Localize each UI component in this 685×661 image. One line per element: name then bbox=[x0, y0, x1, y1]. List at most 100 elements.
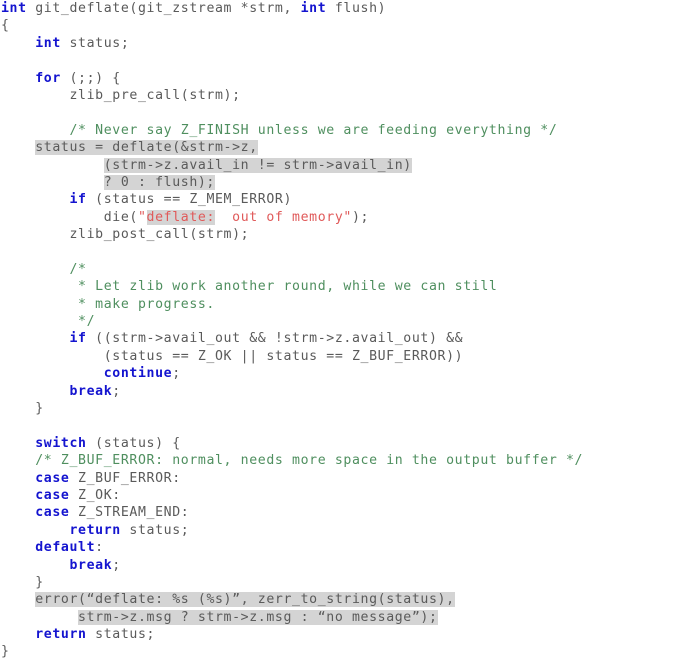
code-token-keyword: if bbox=[69, 192, 87, 208]
code-token-keyword: continue bbox=[103, 366, 173, 382]
code-token-keyword: case bbox=[35, 487, 70, 503]
code-token-string: " bbox=[137, 209, 147, 225]
code-line: */ bbox=[0, 313, 685, 330]
code-line: } bbox=[0, 643, 685, 660]
code-token-comment: */ bbox=[69, 314, 96, 330]
code-token-keyword: switch bbox=[35, 435, 87, 451]
code-token-comment: /* bbox=[69, 261, 87, 277]
code-token-keyword: break bbox=[69, 557, 113, 573]
code-token-keyword: int bbox=[1, 1, 27, 16]
code-token-plain: status = deflate(&strm->z, bbox=[35, 140, 258, 156]
code-token-plain: ; bbox=[112, 383, 121, 399]
code-token-plain: ; bbox=[112, 557, 121, 573]
code-token-comment: /* Z_BUF_ERROR: normal, needs more space… bbox=[35, 453, 584, 469]
code-token-plain: git_deflate(git_zstream *strm, bbox=[26, 1, 301, 16]
code-line: for (;;) { bbox=[0, 70, 685, 87]
code-line: /* bbox=[0, 261, 685, 278]
code-token-plain: ); bbox=[351, 209, 370, 225]
code-token-comment: /* Never say Z_FINISH unless we are feed… bbox=[69, 122, 558, 138]
code-token-keyword: for bbox=[35, 70, 61, 86]
code-token-plain: strm->z.msg ? strm->z.msg : “no message”… bbox=[78, 609, 438, 625]
code-line: error(“deflate: %s (%s)”, zerr_to_string… bbox=[0, 591, 685, 608]
code-token-comment: * make progress. bbox=[69, 296, 215, 312]
code-line: (status == Z_OK || status == Z_BUF_ERROR… bbox=[0, 348, 685, 365]
code-token-string: out of memory" bbox=[215, 209, 352, 225]
code-line: { bbox=[0, 17, 685, 34]
code-token-plain: error(“deflate: %s (%s)”, zerr_to_string… bbox=[35, 592, 455, 608]
code-line: * make progress. bbox=[0, 296, 685, 313]
code-token-keyword: case bbox=[35, 505, 70, 521]
code-token-keyword: break bbox=[69, 383, 113, 399]
code-token-plain: : bbox=[95, 540, 104, 556]
code-token-plain: status; bbox=[120, 522, 190, 538]
code-token-plain: { bbox=[1, 18, 10, 34]
code-line: /* Never say Z_FINISH unless we are feed… bbox=[0, 122, 685, 139]
code-token-plain: Z_STREAM_END: bbox=[69, 505, 190, 521]
code-line: ? 0 : flush); bbox=[0, 174, 685, 191]
code-token-plain: } bbox=[35, 574, 44, 590]
code-token-plain: flush) bbox=[326, 1, 387, 16]
code-line: die("deflate: out of memory"); bbox=[0, 209, 685, 226]
code-line: return status; bbox=[0, 626, 685, 643]
code-line: status = deflate(&strm->z, bbox=[0, 139, 685, 156]
code-line: int status; bbox=[0, 35, 685, 52]
code-line: if ((strm->avail_out && !strm->z.avail_o… bbox=[0, 330, 685, 347]
code-token-plain: Z_BUF_ERROR: bbox=[69, 470, 181, 486]
code-line: (strm->z.avail_in != strm->avail_in) bbox=[0, 157, 685, 174]
code-token-plain: (status) { bbox=[86, 435, 181, 451]
code-line: default: bbox=[0, 539, 685, 556]
code-token-plain: (strm->z.avail_in != strm->avail_in) bbox=[103, 157, 412, 173]
code-line: } bbox=[0, 574, 685, 591]
code-token-plain: status; bbox=[86, 627, 156, 643]
code-token-plain: } bbox=[35, 400, 44, 416]
code-token-plain: (;;) { bbox=[60, 70, 121, 86]
code-token-keyword: case bbox=[35, 470, 70, 486]
code-line: break; bbox=[0, 557, 685, 574]
code-line: zlib_pre_call(strm); bbox=[0, 87, 685, 104]
code-token-plain: status; bbox=[60, 35, 130, 51]
code-line: * Let zlib work another round, while we … bbox=[0, 278, 685, 295]
code-token-keyword: if bbox=[69, 331, 87, 347]
code-token-keyword: int bbox=[35, 35, 61, 51]
code-token-plain: Z_OK: bbox=[69, 487, 121, 503]
code-token-plain: ; bbox=[172, 366, 181, 382]
code-line: zlib_post_call(strm); bbox=[0, 226, 685, 243]
code-token-plain: ((strm->avail_out && !strm->z.avail_out)… bbox=[86, 331, 464, 347]
code-token-plain: (status == Z_OK || status == Z_BUF_ERROR… bbox=[103, 348, 464, 364]
code-token-plain: (status == Z_MEM_ERROR) bbox=[86, 192, 293, 208]
code-line: switch (status) { bbox=[0, 435, 685, 452]
code-token-plain: die( bbox=[103, 209, 138, 225]
code-line: /* Z_BUF_ERROR: normal, needs more space… bbox=[0, 452, 685, 469]
code-listing: int git_deflate(git_zstream *strm, int f… bbox=[0, 0, 685, 659]
code-line: break; bbox=[0, 383, 685, 400]
code-line: return status; bbox=[0, 522, 685, 539]
code-line: continue; bbox=[0, 365, 685, 382]
code-token-plain: } bbox=[1, 644, 10, 660]
code-token-plain: zlib_pre_call(strm); bbox=[69, 87, 241, 103]
code-token-plain: ? 0 : flush); bbox=[103, 174, 215, 190]
code-line: } bbox=[0, 400, 685, 417]
